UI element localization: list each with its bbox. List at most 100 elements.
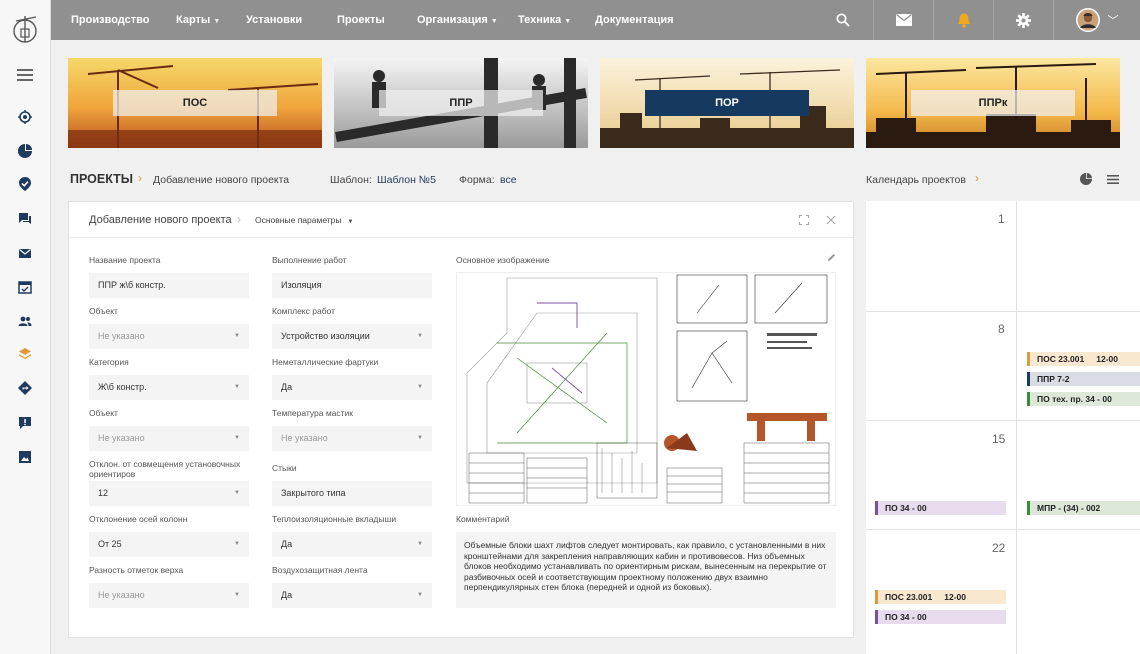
top-navigation-bar: Производство Карты ▼ Установки Проекты Ор… [51,0,1140,40]
expand-icon[interactable] [799,215,809,225]
banner-pos[interactable]: ПОС [68,58,322,148]
nav-item-production[interactable]: Производство [71,0,149,40]
main-image[interactable] [456,272,836,506]
calendar-day-number[interactable]: 1 [998,212,1005,226]
top-level-diff-select[interactable]: Не указано ▼ [89,583,249,608]
banner-por[interactable]: ПОР [600,58,854,148]
chevron-down-icon: ▼ [234,490,240,496]
work-execution-input[interactable]: Изоляция [272,273,432,298]
form-value-link[interactable]: все [500,174,517,186]
calendar-event[interactable]: ПОС 23.001 12-00 [875,590,1006,604]
category-select[interactable]: Ж\б констр. ▼ [89,375,249,400]
close-icon[interactable] [826,215,836,225]
search-icon [836,13,850,27]
work-complex-select[interactable]: Устройство изоляции ▼ [272,324,432,349]
calendar-grid-line [1016,201,1017,654]
hamburger-menu-icon[interactable] [17,69,33,81]
field-label: Объект [89,408,118,418]
breadcrumb-root[interactable]: ПРОЕКТЫ [70,172,133,186]
air-tape-select[interactable]: Да ▼ [272,583,432,608]
chevron-down-icon: ▼ [234,384,240,390]
diamond-arrow-icon[interactable] [18,381,32,395]
calendar-day-number[interactable]: 8 [998,322,1005,336]
chevron-down-icon: ▼ [417,541,423,547]
nav-item-maps[interactable]: Карты ▼ [176,0,220,40]
nav-item-documentation[interactable]: Документация [595,0,674,40]
field-label: Основное изображение [456,255,550,265]
deviation-select[interactable]: 12 ▼ [89,481,249,506]
notifications-button[interactable] [933,0,993,40]
calendar-day-number[interactable]: 15 [992,432,1005,446]
calendar-icon[interactable] [18,280,32,294]
projects-calendar: 1 8 15 22 ПОС 23.001 12-00 ППР 7-2 ПО тех… [866,201,1140,654]
nav-item-organization[interactable]: Организация ▼ [417,0,498,40]
layers-icon[interactable] [18,347,32,361]
blueprint-drawing [457,273,835,505]
pie-chart-icon[interactable] [1080,173,1092,185]
calendar-event[interactable]: ПО 34 - 00 [875,610,1006,624]
section-dropdown[interactable]: Основные параметры ▼ [255,215,353,225]
chevron-down-icon: ▼ [234,592,240,598]
field-label: Категория [89,357,129,367]
target-icon[interactable] [18,110,32,124]
calendar-title[interactable]: Календарь проектов [866,174,966,186]
banner-ppr[interactable]: ППР [334,58,588,148]
template-value-link[interactable]: Шаблон №5 [377,174,436,186]
banner-label: ПОС [113,90,277,116]
alert-icon[interactable] [18,416,32,430]
chevron-down-icon: ▼ [417,592,423,598]
chevron-down-icon: ▼ [234,435,240,441]
image-icon[interactable] [18,450,32,464]
field-label: Неметаллические фартуки [272,357,379,367]
banner-pprk[interactable]: ППРк [866,58,1120,148]
chevron-down-icon: ﹀ [1107,15,1119,27]
field-label: Отклонение осей колонн [89,514,188,524]
settings-button[interactable] [993,0,1053,40]
aprons-select[interactable]: Да ▼ [272,375,432,400]
calendar-event[interactable]: МПР - (34) - 002 [1027,501,1140,515]
column-axis-select[interactable]: От 25 ▼ [89,532,249,557]
user-menu[interactable]: ﹀ [1053,0,1140,40]
chat-icon[interactable] [18,212,32,226]
users-icon[interactable] [18,314,32,328]
project-name-input[interactable]: ППР ж\б констр. [89,273,249,298]
mail-icon[interactable] [18,246,32,260]
search-button[interactable] [813,0,873,40]
calendar-day-number[interactable]: 22 [992,541,1005,555]
banner-label: ПОР [645,90,809,116]
pencil-icon[interactable] [827,253,836,262]
chevron-down-icon: ▼ [564,18,572,25]
pie-chart-icon[interactable] [18,144,32,158]
mail-button[interactable] [873,0,933,40]
calendar-event[interactable]: ПО 34 - 00 [875,501,1006,515]
add-project-panel: Добавление нового проекта › Основные пар… [68,201,854,638]
template-label: Шаблон: [330,174,372,186]
object-select-2[interactable]: Не указано ▼ [89,426,249,451]
check-shield-icon[interactable] [18,177,32,191]
chevron-down-icon: ▼ [417,384,423,390]
object-select[interactable]: Не указано ▼ [89,324,249,349]
comment-textarea[interactable]: Объемные блоки шахт лифтов следует монти… [456,532,836,608]
calendar-event[interactable]: ПО тех. пр. 34 - 00 [1027,392,1140,406]
field-label: Объект [89,306,118,316]
nav-item-installations[interactable]: Установки [246,0,302,40]
field-label: Название проекта [89,255,161,265]
field-label: Воздухозащитная лента [272,565,368,575]
nav-item-equipment[interactable]: Техника ▼ [518,0,571,40]
field-label: Стыки [272,463,297,473]
insulation-inserts-select[interactable]: Да ▼ [272,532,432,557]
calendar-event[interactable]: ПОС 23.001 12-00 [1027,352,1140,366]
mastic-temperature-select[interactable]: Не указано ▼ [272,426,432,451]
calendar-event[interactable]: ППР 7-2 [1027,372,1140,386]
breadcrumb-current: Добавление нового проекта [153,174,290,186]
calendar-grid-line [866,311,1140,312]
chevron-down-icon: ▼ [213,18,221,25]
field-label: Отклон. от совмещения установочных ориен… [89,459,241,479]
field-label: Комментарий [456,514,510,524]
logo[interactable] [12,14,38,44]
list-menu-icon[interactable] [1107,175,1119,184]
nav-item-projects[interactable]: Проекты [337,0,385,40]
gear-icon [1016,12,1031,28]
joints-input[interactable]: Закрытого типа [272,481,432,506]
chevron-right-icon: › [138,171,142,185]
